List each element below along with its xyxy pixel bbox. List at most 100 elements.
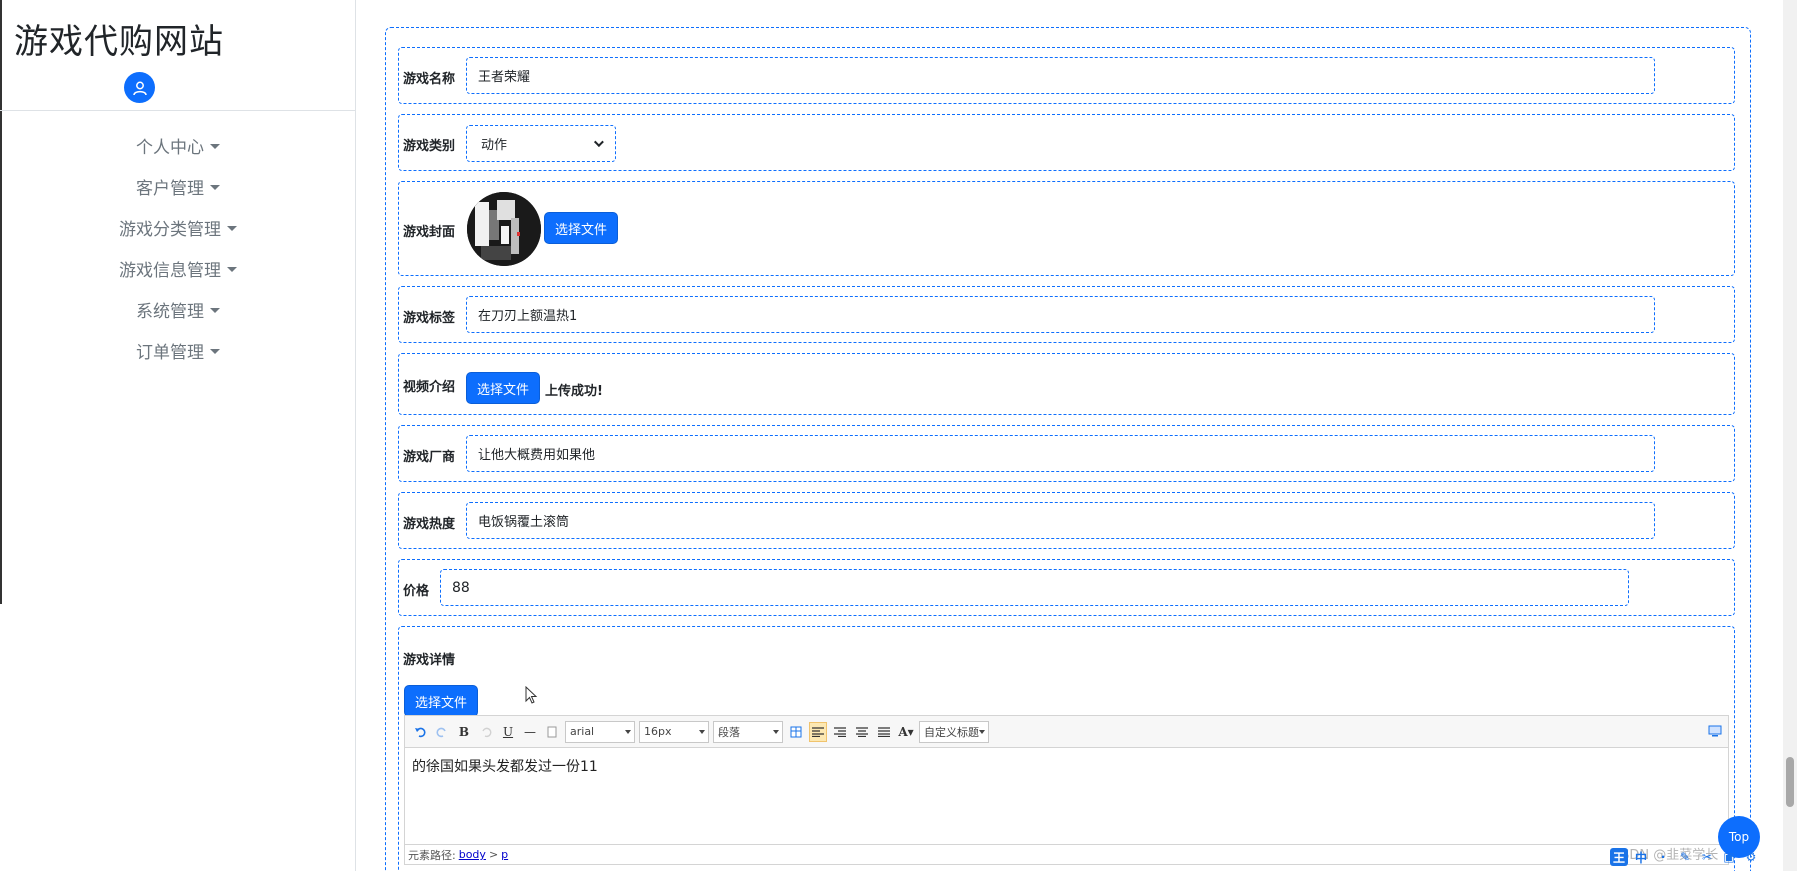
- editor-toolbar: B U — arial 16px 段落 A▾ 自定义标题: [405, 716, 1728, 748]
- video-intro-label: 视频介绍: [403, 380, 456, 395]
- form-row-game-name: 游戏名称 王者荣耀: [398, 47, 1735, 104]
- form-row-game-tags: 游戏标签 在刀刃上额温热1: [398, 286, 1735, 343]
- price-input[interactable]: 88: [440, 569, 1629, 606]
- nav-item-personal-center[interactable]: 个人中心: [0, 125, 356, 166]
- main-content: 游戏名称 王者荣耀 游戏类别 动作 游戏封面 选择文件 游戏标签 在刀刃上额温热…: [356, 0, 1797, 871]
- nav-item-label: 个人中心: [136, 138, 204, 158]
- paragraph-select[interactable]: 段落: [713, 720, 783, 743]
- nav-item-system-management[interactable]: 系统管理: [0, 289, 356, 330]
- align-center-icon[interactable]: [853, 722, 871, 742]
- heat-value: 电饭锅覆土滚筒: [478, 515, 570, 530]
- nav-item-game-category-management[interactable]: 游戏分类管理: [0, 207, 356, 248]
- editor-text: 的徐国如果头发都发过一份11: [412, 759, 598, 775]
- avatar[interactable]: [124, 72, 155, 103]
- element-path-body-link[interactable]: body: [459, 848, 486, 861]
- bold-icon[interactable]: B: [455, 722, 473, 742]
- cover-choose-file-button[interactable]: 选择文件: [544, 212, 619, 244]
- game-name-value: 王者荣耀: [478, 70, 531, 85]
- source-code-icon[interactable]: [1708, 722, 1722, 741]
- ime-tools-icon[interactable]: ✂: [1698, 848, 1716, 866]
- heat-input[interactable]: 电饭锅覆土滚筒: [466, 502, 1655, 539]
- horizontal-rule-icon[interactable]: —: [521, 722, 539, 742]
- nav-item-label: 订单管理: [136, 343, 204, 363]
- nav-item-label: 游戏信息管理: [119, 261, 221, 281]
- app-root: 游戏代购网站 个人中心 客户管理 游戏分类管理 游戏信息管理 系统管理 订单管理…: [0, 0, 1797, 871]
- game-category-label: 游戏类别: [403, 139, 456, 154]
- price-value: 88: [452, 579, 470, 596]
- game-tags-label: 游戏标签: [403, 311, 456, 326]
- ime-chinese-mode-icon[interactable]: 中: [1632, 848, 1650, 866]
- game-tags-input[interactable]: 在刀刃上额温热1: [466, 296, 1655, 333]
- nav-item-label: 系统管理: [136, 302, 204, 322]
- chevron-down-icon: [210, 349, 220, 354]
- element-path-label: 元素路径:: [408, 848, 456, 862]
- nav-item-customer-management[interactable]: 客户管理: [0, 166, 356, 207]
- custom-title-value: 自定义标题: [924, 725, 979, 739]
- chevron-down-icon: [773, 729, 779, 734]
- chevron-down-icon: [210, 185, 220, 190]
- nav-item-game-info-management[interactable]: 游戏信息管理: [0, 248, 356, 289]
- ime-handwrite-icon[interactable]: ✎: [1676, 848, 1694, 866]
- rich-text-editor: B U — arial 16px 段落 A▾ 自定义标题 的徐国如果头发都发过一…: [404, 715, 1729, 865]
- ime-logo-icon[interactable]: 王: [1610, 848, 1628, 866]
- ime-settings-icon[interactable]: ⚙: [1742, 848, 1760, 866]
- custom-title-select[interactable]: 自定义标题: [919, 720, 989, 743]
- document-icon[interactable]: [543, 722, 561, 742]
- align-justify-icon[interactable]: [875, 722, 893, 742]
- sidebar-divider: [0, 110, 356, 111]
- game-tags-value: 在刀刃上额温热1: [478, 309, 578, 324]
- chevron-down-icon: [979, 729, 985, 734]
- undo-icon[interactable]: [411, 722, 429, 742]
- upload-success-text: 上传成功!: [545, 384, 603, 399]
- site-title: 游戏代购网站: [14, 22, 224, 62]
- element-path-p-link[interactable]: p: [501, 848, 508, 861]
- game-category-select[interactable]: 动作: [466, 125, 616, 162]
- details-choose-file-button[interactable]: 选择文件: [404, 685, 479, 717]
- mouse-cursor-icon: [525, 686, 538, 704]
- game-name-input[interactable]: 王者荣耀: [466, 57, 1655, 94]
- game-name-label: 游戏名称: [403, 72, 456, 87]
- nav-item-label: 游戏分类管理: [119, 220, 221, 240]
- chevron-down-icon: [210, 308, 220, 313]
- align-left-icon[interactable]: [809, 721, 827, 742]
- price-label: 价格: [403, 584, 430, 599]
- italic-disabled-icon[interactable]: [477, 722, 495, 742]
- chevron-down-icon: [227, 226, 237, 231]
- underline-icon[interactable]: U: [499, 722, 517, 742]
- ime-toolbar[interactable]: 王 中 · ✎ ✂ ▣ ⚙: [1610, 848, 1760, 866]
- cover-thumbnail-art: [467, 192, 541, 266]
- table-icon[interactable]: [787, 722, 805, 742]
- user-icon: [132, 81, 147, 95]
- heat-label: 游戏热度: [403, 517, 456, 532]
- chevron-down-icon: [593, 137, 604, 148]
- font-family-value: arial: [570, 725, 595, 738]
- form-row-heat: 游戏热度 电饭锅覆土滚筒: [398, 492, 1735, 549]
- vendor-label: 游戏厂商: [403, 450, 456, 465]
- vendor-value: 让他大概费用如果他: [478, 448, 596, 463]
- element-path-separator: >: [488, 848, 499, 861]
- game-cover-label: 游戏封面: [403, 225, 456, 240]
- video-choose-file-button[interactable]: 选择文件: [466, 372, 541, 404]
- ime-skin-icon[interactable]: ▣: [1720, 848, 1738, 866]
- vendor-input[interactable]: 让他大概费用如果他: [466, 435, 1655, 472]
- sidebar-nav: 个人中心 客户管理 游戏分类管理 游戏信息管理 系统管理 订单管理: [0, 125, 356, 371]
- page-scrollbar[interactable]: [1783, 0, 1797, 871]
- redo-icon[interactable]: [433, 722, 451, 742]
- chevron-down-icon: [210, 144, 220, 149]
- sidebar: 游戏代购网站 个人中心 客户管理 游戏分类管理 游戏信息管理 系统管理 订单管理: [0, 0, 356, 871]
- editor-content[interactable]: 的徐国如果头发都发过一份11: [405, 748, 1728, 784]
- paragraph-value: 段落: [718, 725, 740, 739]
- form-row-vendor: 游戏厂商 让他大概费用如果他: [398, 425, 1735, 482]
- form-row-game-category: 游戏类别 动作: [398, 114, 1735, 171]
- nav-item-label: 客户管理: [136, 179, 204, 199]
- nav-item-order-management[interactable]: 订单管理: [0, 330, 356, 371]
- align-right-icon[interactable]: [831, 722, 849, 742]
- font-color-icon[interactable]: A▾: [897, 722, 915, 742]
- form-row-price: 价格 88: [398, 559, 1735, 616]
- font-family-select[interactable]: arial: [565, 720, 635, 743]
- game-category-selected: 动作: [481, 138, 508, 153]
- ime-punctuation-icon[interactable]: ·: [1654, 848, 1672, 866]
- font-size-select[interactable]: 16px: [639, 720, 709, 743]
- scrollbar-thumb[interactable]: [1786, 757, 1794, 807]
- chevron-down-icon: [227, 267, 237, 272]
